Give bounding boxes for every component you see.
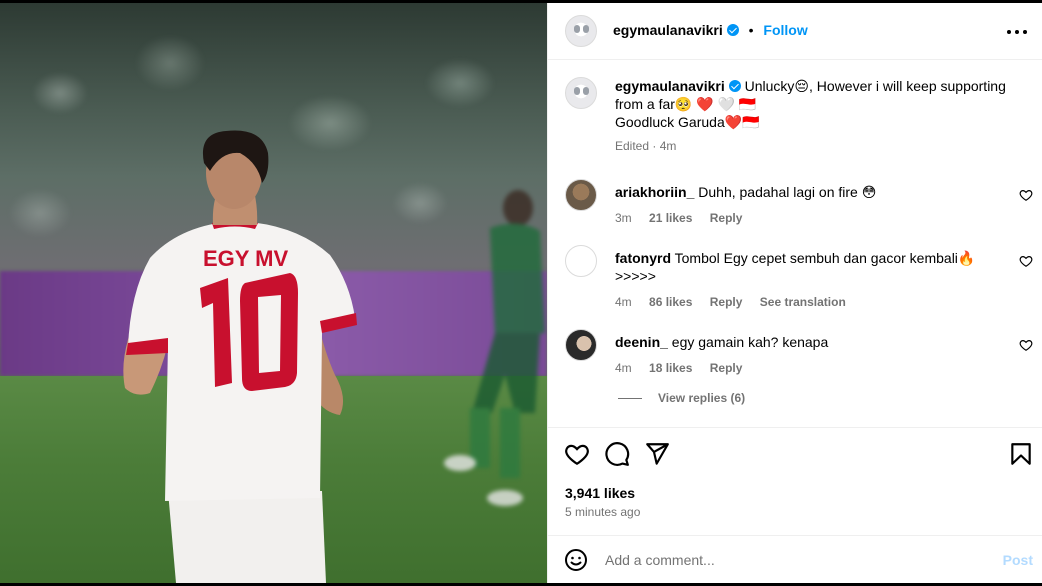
caption-username[interactable]: egymaulanavikri bbox=[615, 78, 725, 94]
commenter-avatar[interactable] bbox=[565, 245, 597, 277]
comment-text: Tombol Egy cepet sembuh dan gacor kembal… bbox=[674, 250, 976, 266]
emoji-icon[interactable] bbox=[564, 548, 588, 572]
post-dialog: EGY MV egymaulanavikri • Follow egymaula… bbox=[0, 3, 1042, 583]
commenter-avatar[interactable] bbox=[565, 329, 597, 361]
more-options-icon[interactable] bbox=[1005, 21, 1029, 41]
comment-text: Duhh, padahal lagi on fire 😳 bbox=[698, 184, 877, 200]
comment-time: 4m bbox=[615, 361, 632, 375]
comment-likes[interactable]: 21 likes bbox=[649, 211, 692, 225]
caption-avatar[interactable] bbox=[565, 77, 597, 109]
comment-text: egy gamain kah? kenapa bbox=[671, 334, 829, 350]
see-translation-button[interactable]: See translation bbox=[760, 295, 846, 309]
jersey-name: EGY MV bbox=[203, 246, 289, 271]
comments-list[interactable]: egymaulanavikri Unlucky😔, However i will… bbox=[548, 60, 1042, 428]
reply-button[interactable]: Reply bbox=[710, 295, 743, 309]
comment-likes[interactable]: 18 likes bbox=[649, 361, 692, 375]
comment-time: 3m bbox=[615, 211, 632, 225]
player-illustration: EGY MV bbox=[123, 130, 545, 583]
background-player bbox=[444, 190, 545, 506]
likes-count[interactable]: 3,941 likes bbox=[565, 485, 635, 501]
post-header: egymaulanavikri • Follow bbox=[548, 3, 1042, 60]
like-comment-icon[interactable] bbox=[1019, 188, 1033, 202]
caption-line-3: Goodluck Garuda❤️🇮🇩 bbox=[615, 114, 760, 130]
jersey-number bbox=[200, 273, 298, 391]
like-icon[interactable] bbox=[564, 441, 590, 467]
comment-text-continued: >>>>> bbox=[615, 268, 656, 284]
comment-icon[interactable] bbox=[604, 441, 630, 467]
share-icon[interactable] bbox=[644, 441, 670, 467]
main-player bbox=[123, 130, 357, 583]
post-photo[interactable]: EGY MV bbox=[0, 3, 547, 583]
commenter-avatar[interactable] bbox=[565, 179, 597, 211]
comment-time: 4m bbox=[615, 295, 632, 309]
header-title: egymaulanavikri • Follow bbox=[613, 22, 808, 38]
verified-badge-icon bbox=[726, 24, 739, 36]
comment-username[interactable]: deenin_ bbox=[615, 334, 668, 350]
comment-username[interactable]: ariakhoriin_ bbox=[615, 184, 694, 200]
post-button[interactable]: Post bbox=[1003, 552, 1033, 568]
comment-input[interactable]: Add a comment... bbox=[605, 552, 715, 568]
post-time: 5 minutes ago bbox=[565, 505, 641, 519]
save-icon[interactable] bbox=[1008, 441, 1034, 467]
action-bar bbox=[548, 441, 1042, 471]
comment-composer: Add a comment... Post bbox=[548, 535, 1042, 583]
comment-likes[interactable]: 86 likes bbox=[649, 295, 692, 309]
verified-badge-icon bbox=[728, 80, 741, 92]
header-separator: • bbox=[748, 22, 754, 38]
author-avatar[interactable] bbox=[565, 15, 597, 47]
reply-button[interactable]: Reply bbox=[710, 211, 743, 225]
like-comment-icon[interactable] bbox=[1019, 338, 1033, 352]
like-comment-icon[interactable] bbox=[1019, 254, 1033, 268]
follow-button[interactable]: Follow bbox=[763, 22, 807, 38]
view-replies-button[interactable]: View replies (6) bbox=[618, 391, 745, 405]
author-username[interactable]: egymaulanavikri bbox=[613, 22, 723, 38]
caption-line-1: Unlucky😔, However i will keep supporting bbox=[744, 78, 1006, 94]
caption-line-2: from a far🥺 ❤️ 🤍 🇮🇩 bbox=[615, 96, 757, 112]
post-sidebar: egymaulanavikri • Follow egymaulanavikri… bbox=[547, 3, 1042, 583]
caption-meta: Edited · 4m bbox=[615, 139, 677, 153]
reply-button[interactable]: Reply bbox=[710, 361, 743, 375]
comment-username[interactable]: fatonyrd bbox=[615, 250, 671, 266]
